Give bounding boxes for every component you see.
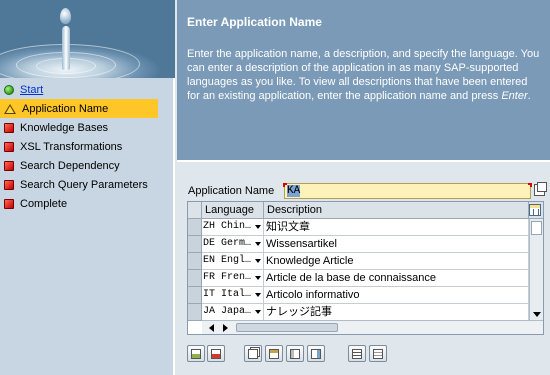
red-square-icon [4, 179, 14, 190]
description-field[interactable]: Article de la base de connaissance [264, 270, 529, 287]
scroll-thumb[interactable] [531, 221, 542, 235]
step-xsl-transformations[interactable]: XSL Transformations [0, 137, 173, 156]
description-field[interactable]: Articolo informativo [264, 287, 529, 304]
row-selector[interactable] [188, 253, 202, 270]
scroll-right-icon[interactable] [223, 324, 228, 332]
chevron-down-icon[interactable] [255, 293, 261, 297]
yellow-triangle-icon [4, 103, 16, 114]
undo-button[interactable] [307, 345, 325, 362]
red-square-icon [4, 141, 14, 152]
row-selector[interactable] [188, 219, 202, 236]
step-knowledge-bases[interactable]: Knowledge Bases [0, 118, 173, 137]
step-label: Search Dependency [20, 159, 120, 172]
table-row: DE Germ… Wissensartikel [188, 236, 529, 253]
language-select[interactable]: IT Ital… [202, 287, 264, 304]
paste-icon [269, 349, 279, 359]
step-application-name[interactable]: Application Name [0, 99, 158, 118]
chevron-down-icon[interactable] [255, 276, 261, 280]
chevron-down-icon[interactable] [255, 225, 261, 229]
select-all-icon [352, 349, 362, 359]
column-header-description[interactable]: Description [264, 202, 529, 219]
step-label: Knowledge Bases [20, 121, 109, 134]
table-row: ZH Chin… 知识文章 [188, 219, 529, 236]
roadmap-panel: Start Application Name Knowledge Bases X… [0, 0, 175, 375]
chevron-down-icon[interactable] [255, 259, 261, 263]
insert-row-button[interactable] [187, 345, 205, 362]
description-field[interactable]: 知识文章 [264, 219, 529, 236]
copy-button[interactable] [244, 345, 262, 362]
table-row: JA Japa… ナレッジ記事 [188, 304, 529, 321]
page-title: Enter Application Name [187, 15, 322, 29]
horizontal-scrollbar[interactable] [202, 320, 543, 334]
delete-row-icon [211, 349, 221, 359]
step-label: Complete [20, 197, 68, 210]
step-label: Application Name [22, 102, 109, 115]
chevron-down-icon[interactable] [255, 310, 261, 314]
table-row: EN Engl… Knowledge Article [188, 253, 529, 270]
step-search-dependency[interactable]: Search Dependency [0, 156, 173, 175]
copy-icon [248, 349, 258, 359]
step-search-query-parameters[interactable]: Search Query Parameters [0, 175, 173, 194]
step-description: Enter the application name, a descriptio… [187, 48, 540, 102]
red-square-icon [4, 160, 14, 171]
step-start[interactable]: Start [0, 80, 173, 99]
roadmap-steps: Start Application Name Knowledge Bases X… [0, 80, 173, 213]
row-selector[interactable] [188, 304, 202, 321]
row-selector[interactable] [188, 287, 202, 304]
scroll-left-icon[interactable] [209, 324, 214, 332]
copy-icon[interactable] [534, 182, 547, 196]
table-header: Language Description [188, 202, 543, 219]
cut-button[interactable] [286, 345, 304, 362]
table-row: IT Ital… Articolo informativo [188, 287, 529, 304]
row-selector[interactable] [188, 270, 202, 287]
undo-icon [311, 349, 321, 359]
insert-row-icon [191, 349, 201, 359]
vertical-scrollbar[interactable] [529, 219, 543, 321]
application-name-label: Application Name [188, 185, 275, 197]
description-field[interactable]: Knowledge Article [264, 253, 529, 270]
deselect-all-icon [373, 349, 383, 359]
cut-icon [290, 349, 300, 359]
language-select[interactable]: FR Fren… [202, 270, 264, 287]
column-header-language[interactable]: Language [202, 202, 264, 219]
table-settings-icon[interactable] [529, 204, 541, 216]
step-label: Start [20, 83, 44, 96]
language-select[interactable]: EN Engl… [202, 253, 264, 270]
language-select[interactable]: ZH Chin… [202, 219, 264, 236]
step-info-header: Enter Application Name Enter the applica… [177, 0, 550, 162]
description-table: Language Description ZH Chin… 知识文章 DE Ge… [187, 201, 544, 335]
red-square-icon [4, 122, 14, 133]
delete-row-button[interactable] [207, 345, 225, 362]
input-value: KA [287, 185, 301, 197]
application-name-form: Application Name KA Language Description… [177, 164, 550, 375]
application-name-input[interactable]: KA [283, 183, 532, 199]
green-circle-icon [4, 84, 14, 95]
step-label: Search Query Parameters [20, 178, 148, 191]
deselect-all-button[interactable] [369, 345, 387, 362]
red-square-icon [4, 198, 14, 209]
row-selector[interactable] [188, 236, 202, 253]
table-row: FR Fren… Article de la base de connaissa… [188, 270, 529, 287]
water-drop-banner-image [0, 0, 175, 78]
description-field[interactable]: ナレッジ記事 [264, 304, 529, 321]
scroll-thumb[interactable] [236, 323, 338, 332]
language-select[interactable]: JA Japa… [202, 304, 264, 321]
step-label: XSL Transformations [20, 140, 123, 153]
select-all-button[interactable] [348, 345, 366, 362]
language-select[interactable]: DE Germ… [202, 236, 264, 253]
select-all-rows-cell[interactable] [188, 202, 202, 219]
scroll-down-icon[interactable] [533, 312, 541, 317]
paste-button[interactable] [265, 345, 283, 362]
description-field[interactable]: Wissensartikel [264, 236, 529, 253]
chevron-down-icon[interactable] [255, 242, 261, 246]
step-complete[interactable]: Complete [0, 194, 173, 213]
